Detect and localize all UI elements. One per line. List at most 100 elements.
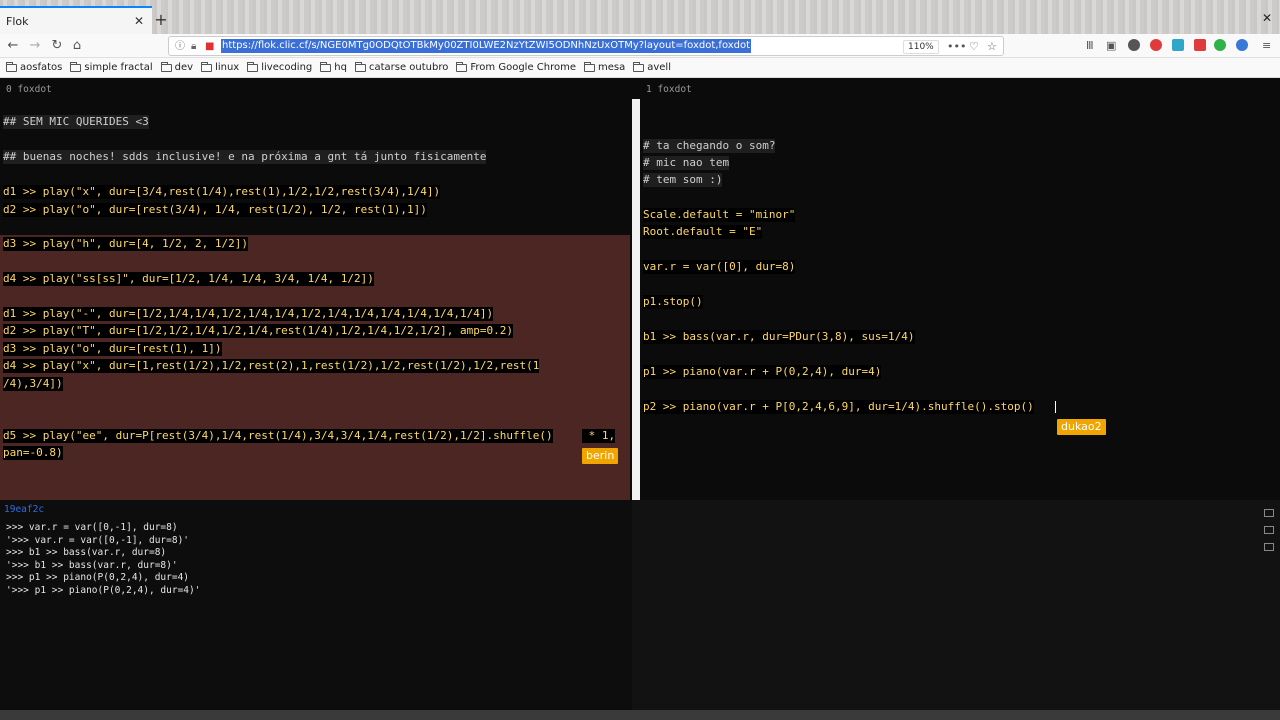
code-line[interactable]: b1 >> bass(var.r, dur=PDur(3,8), sus=1/4…	[643, 330, 915, 344]
code-line[interactable]: d2 >> play("o", dur=[rest(3/4), 1/4, res…	[3, 203, 427, 217]
bookmark-folder[interactable]: From Google Chrome	[456, 61, 576, 73]
console-line: '>>> b1 >> bass(var.r, dur=8)'	[6, 560, 178, 571]
code-line[interactable]: ## SEM MIC QUERIDES <3	[3, 115, 149, 129]
forward-icon[interactable]: →	[26, 37, 44, 55]
code-line[interactable]: d2 >> play("T", dur=[1/2,1/2,1/4,1/2,1/4…	[3, 324, 513, 338]
folder-icon	[6, 61, 17, 72]
screenshot-icon[interactable]	[1172, 39, 1184, 51]
url-text[interactable]: https://flok.clic.cf/s/NGE0MTg0ODQtOTBkM…	[221, 39, 752, 53]
code-line[interactable]: d4 >> play("ss[ss]", dur=[1/2, 1/4, 1/4,…	[3, 272, 374, 286]
flok-editor: 0 foxdot ## SEM MIC QUERIDES <3 ## buena…	[0, 79, 1280, 720]
folder-icon	[354, 61, 366, 72]
back-icon[interactable]: ←	[4, 37, 22, 55]
zoom-level[interactable]: 110%	[903, 40, 939, 54]
bookmarks-bar: aosfatos simple fractal dev linux livecoding…	[0, 58, 1280, 78]
adblock-icon[interactable]	[1150, 39, 1162, 51]
code-line[interactable]: /4),3/4])	[3, 377, 63, 391]
folder-icon	[320, 61, 332, 72]
bookmark-folder[interactable]: linux	[201, 61, 240, 73]
nav-bar: ← → ↻ ⌂ ⓘ 🔒︎ ■ https://flok.clic.cf/s/NG…	[0, 34, 1280, 58]
bookmark-folder[interactable]: livecoding	[247, 61, 313, 73]
code-line[interactable]: ## buenas noches! sdds inclusive! e na p…	[3, 150, 487, 164]
folder-icon	[160, 61, 172, 72]
console-line: >>> var.r = var([0,-1], dur=8)	[6, 522, 178, 533]
bookmark-folder[interactable]: simple fractal	[70, 61, 153, 73]
folder-icon	[633, 61, 645, 72]
lock-icon: 🔒︎	[191, 41, 197, 52]
bookmark-folder[interactable]: dev	[160, 61, 194, 73]
bookmark-folder[interactable]: aosfatos	[6, 61, 63, 73]
console-clear-icon[interactable]	[1264, 526, 1274, 534]
bookmark-folder[interactable]: mesa	[584, 61, 626, 73]
folder-icon	[456, 61, 468, 72]
console-line: '>>> var.r = var([0,-1], dur=8)'	[6, 535, 190, 546]
code-line[interactable]: # tem som :)	[643, 173, 723, 187]
close-tab-icon[interactable]: ✕	[132, 14, 146, 28]
console-panel: 19eaf2c >>> var.r = var([0,-1], dur=8) '…	[0, 500, 1280, 720]
window-close-icon[interactable]: ✕	[1262, 11, 1272, 25]
globe-icon[interactable]	[1236, 39, 1248, 51]
code-line[interactable]: pan=-0.8)	[3, 446, 63, 460]
bookmark-label: simple fractal	[84, 62, 153, 73]
code-line[interactable]: d3 >> play("o", dur=[rest(1), 1])	[3, 342, 222, 356]
pocket-icon[interactable]: ♡	[969, 39, 979, 55]
console-expand-icon[interactable]	[1264, 509, 1274, 517]
folder-icon	[70, 61, 82, 72]
bookmark-label: From Google Chrome	[470, 62, 576, 73]
code-line[interactable]: p1 >> piano(var.r + P(0,2,4), dur=4)	[643, 365, 882, 379]
bookmark-label: hq	[334, 62, 347, 73]
code-line[interactable]: d1 >> play("x", dur=[3/4,rest(1/4),rest(…	[3, 185, 441, 199]
bottom-strip	[0, 710, 1280, 720]
bookmark-star-icon[interactable]: ☆	[987, 39, 997, 55]
console-line: '>>> p1 >> piano(P(0,2,4), dur=4)'	[6, 585, 201, 596]
folder-icon	[247, 61, 259, 72]
code-line[interactable]: d4 >> play("x", dur=[1,rest(1/2),1/2,res…	[3, 359, 540, 373]
tab-bar: Flok ✕ + ✕	[0, 0, 1280, 34]
code-line[interactable]: # mic nao tem	[643, 156, 730, 170]
folder-icon	[584, 61, 595, 72]
code-line[interactable]: p2 >> piano(var.r + P[0,2,4,6,9], dur=1/…	[643, 400, 1034, 414]
code-line[interactable]: d5 >> play("ee", dur=P[rest(3/4),1/4,res…	[3, 429, 553, 443]
menu-icon[interactable]: ≡	[1262, 38, 1271, 54]
home-icon[interactable]: ⌂	[68, 37, 86, 55]
extension-icon[interactable]	[1128, 39, 1140, 51]
page-actions-icon[interactable]: •••	[947, 39, 966, 55]
code-line[interactable]: var.r = var([0], dur=8)	[643, 260, 796, 274]
console-line: >>> p1 >> piano(P(0,2,4), dur=4)	[6, 572, 190, 583]
bookmark-label: aosfatos	[20, 62, 63, 73]
console-output[interactable]: 19eaf2c >>> var.r = var([0,-1], dur=8) '…	[0, 500, 632, 710]
code-line[interactable]: Root.default = "E"	[643, 225, 763, 239]
bookmark-folder[interactable]: catarse outubro	[354, 61, 449, 73]
tracking-icon[interactable]: ■	[205, 39, 214, 55]
reload-icon[interactable]: ↻	[48, 37, 66, 55]
bookmark-label: linux	[215, 62, 240, 73]
library-icon[interactable]: Ⅲ	[1086, 38, 1094, 54]
bookmark-folder[interactable]: hq	[320, 61, 347, 73]
text-cursor	[1055, 401, 1056, 413]
tab-title: Flok	[6, 14, 29, 28]
pane-right-header: 1 foxdot	[646, 84, 692, 95]
code-line[interactable]: # ta chegando o som?	[643, 139, 776, 153]
code-line[interactable]: d1 >> play("-", dur=[1/2,1/4,1/4,1/2,1/4…	[3, 307, 494, 321]
code-line[interactable]: Scale.default = "minor"	[643, 208, 796, 222]
bookmark-label: catarse outubro	[368, 62, 449, 73]
code-line[interactable]: d3 >> play("h", dur=[4, 1/2, 2, 1/2])	[3, 237, 249, 251]
pane-left-header: 0 foxdot	[6, 84, 52, 95]
bookmark-folder[interactable]: avell	[633, 61, 671, 73]
folder-icon	[201, 61, 213, 72]
bookmark-label: mesa	[598, 62, 626, 73]
video-icon[interactable]	[1194, 39, 1206, 51]
console-close-icon[interactable]	[1264, 543, 1274, 551]
bookmark-label: livecoding	[261, 62, 313, 73]
tab-flok[interactable]: Flok ✕	[0, 6, 152, 34]
bookmark-label: dev	[174, 62, 194, 73]
code-line[interactable]: p1.stop()	[643, 295, 703, 309]
code-line-continuation[interactable]: * 1,	[582, 429, 616, 443]
new-tab-button[interactable]: +	[152, 10, 170, 30]
address-bar[interactable]: ⓘ 🔒︎ ■ https://flok.clic.cf/s/NGE0MTg0OD…	[168, 36, 1004, 56]
bookmark-label: avell	[647, 62, 671, 73]
info-icon[interactable]: ⓘ	[175, 39, 185, 55]
remote-cursor-label: berin	[582, 448, 619, 464]
extension-green-icon[interactable]	[1214, 39, 1226, 51]
sidebar-icon[interactable]: ▣	[1106, 38, 1116, 54]
